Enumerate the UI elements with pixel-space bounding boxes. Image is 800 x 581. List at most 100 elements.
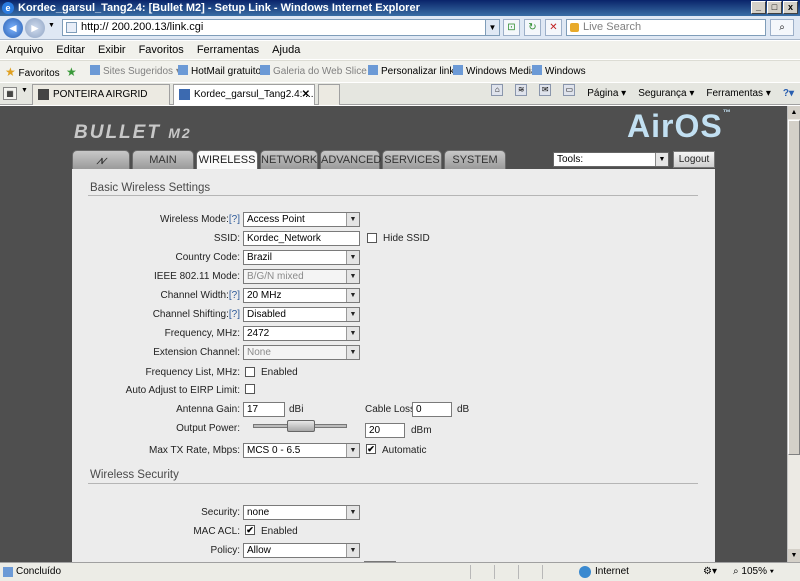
- output-power-input[interactable]: 20: [365, 423, 405, 438]
- logout-button[interactable]: Logout: [673, 151, 715, 168]
- history-dropdown-icon[interactable]: ▼: [48, 22, 55, 29]
- tab-services[interactable]: SERVICES: [382, 150, 442, 169]
- feeds-icon[interactable]: ≋: [515, 84, 528, 96]
- menu-editar[interactable]: Editar: [56, 41, 85, 59]
- chevron-down-icon: ▼: [346, 251, 359, 264]
- tab-system[interactable]: SYSTEM: [444, 150, 506, 169]
- mail-icon[interactable]: ✉: [539, 84, 552, 96]
- mac-acl-enabled-label: Enabled: [261, 526, 298, 537]
- country-code-select[interactable]: Brazil ▼: [243, 250, 360, 265]
- minimize-button[interactable]: _: [751, 1, 766, 14]
- back-button[interactable]: ◄: [3, 18, 23, 38]
- url-dropdown-icon[interactable]: ▼: [485, 20, 499, 35]
- scroll-up-icon[interactable]: ▲: [788, 106, 800, 119]
- help-link[interactable]: [?]: [229, 214, 240, 225]
- compatibility-view-icon[interactable]: ⊡: [503, 19, 520, 36]
- ieee-mode-select[interactable]: B/G/N mixed ▼: [243, 269, 360, 284]
- help-link[interactable]: [?]: [229, 290, 240, 301]
- channel-shifting-label: Channel Shifting:[?]: [152, 309, 240, 320]
- menu-favoritos[interactable]: Favoritos: [139, 41, 184, 59]
- wireless-settings-panel: Basic Wireless Settings Wireless Mode:[?…: [72, 169, 715, 562]
- url-input[interactable]: http:// 200.200.13/link.cgi ▼: [62, 19, 500, 36]
- quick-tabs-icon[interactable]: ▦: [3, 87, 17, 100]
- search-icon[interactable]: ⌕: [770, 19, 794, 36]
- tab-main[interactable]: MAIN: [132, 150, 194, 169]
- print-icon[interactable]: ▭: [563, 84, 576, 96]
- scroll-thumb[interactable]: [788, 120, 800, 455]
- new-tab-button[interactable]: [318, 84, 340, 105]
- zoom-level[interactable]: ⌕ 105% ▾: [733, 563, 774, 581]
- cable-loss-input[interactable]: 0: [412, 402, 452, 417]
- mac-acl-checkbox[interactable]: ✔: [245, 525, 255, 535]
- cmd-pagina[interactable]: Página ▾: [587, 84, 626, 104]
- forward-button[interactable]: ►: [25, 18, 45, 38]
- hide-ssid-checkbox[interactable]: [367, 233, 377, 243]
- cmd-seguranca[interactable]: Segurança ▾: [638, 84, 694, 104]
- dbm-unit: dBm: [411, 425, 432, 436]
- tab-ubnt-logo[interactable]: ⩘⩗: [72, 150, 130, 169]
- fav-personalizar[interactable]: Personalizar links: [368, 61, 459, 83]
- extension-channel-label: Extension Channel:: [153, 347, 240, 358]
- window-title-bar: e Kordec_garsul_Tang2.4: [Bullet M2] - S…: [0, 0, 800, 16]
- tab-wireless[interactable]: WIRELESS: [196, 150, 258, 169]
- max-tx-rate-select[interactable]: MCS 0 - 6.5 ▼: [243, 443, 360, 458]
- fav-hotmail[interactable]: HotMail gratuito: [178, 61, 261, 83]
- channel-shifting-select[interactable]: Disabled ▼: [243, 307, 360, 322]
- cmd-ferramentas[interactable]: Ferramentas ▾: [706, 84, 770, 104]
- chevron-down-icon: ▼: [346, 506, 359, 519]
- tab-advanced[interactable]: ADVANCED: [320, 150, 381, 169]
- ssid-input[interactable]: Kordec_Network: [243, 231, 360, 246]
- automatic-checkbox[interactable]: ✔: [366, 444, 376, 454]
- fav-windows[interactable]: Windows: [532, 61, 586, 83]
- protected-mode-icon[interactable]: ⚙▾: [703, 563, 717, 581]
- close-window-button[interactable]: x: [783, 1, 798, 14]
- favorites-button[interactable]: ★ Favoritos: [5, 61, 60, 85]
- cable-loss-label: Cable Loss:: [365, 404, 418, 415]
- policy-select[interactable]: Allow ▼: [243, 543, 360, 558]
- vertical-scrollbar[interactable]: ▲ ▼: [787, 106, 800, 562]
- tools-select[interactable]: Tools: ▼: [553, 152, 669, 167]
- auto-adjust-eirp-checkbox[interactable]: [245, 384, 255, 394]
- home-icon[interactable]: ⌂: [491, 84, 504, 96]
- menu-ferramentas[interactable]: Ferramentas: [197, 41, 259, 59]
- bullet-m2-logo: BULLET M2: [74, 122, 192, 143]
- chevron-down-icon: ▼: [346, 544, 359, 557]
- help-icon[interactable]: ?▾: [783, 84, 794, 104]
- fav-windows-media[interactable]: Windows Media: [453, 61, 537, 83]
- search-placeholder: Live Search: [583, 21, 642, 33]
- chevron-down-icon: ▼: [346, 270, 359, 283]
- menu-ajuda[interactable]: Ajuda: [272, 41, 300, 59]
- menu-arquivo[interactable]: Arquivo: [6, 41, 43, 59]
- fav-galeria[interactable]: Galeria do Web Slice ▾: [260, 61, 375, 83]
- search-input[interactable]: Live Search: [566, 19, 766, 36]
- frequency-list-checkbox[interactable]: [245, 367, 255, 377]
- output-power-slider-handle[interactable]: [287, 420, 315, 432]
- channel-width-select[interactable]: 20 MHz ▼: [243, 288, 360, 303]
- tab-ponteira-airgrid[interactable]: PONTEIRA AIRGRID: [32, 84, 170, 105]
- page-viewport: BULLET M2 AirOS™ ⩘⩗ MAIN WIRELESS NETWOR…: [0, 106, 787, 562]
- tab-list-icon[interactable]: ▼: [21, 87, 28, 94]
- security-select[interactable]: none ▼: [243, 505, 360, 520]
- close-tab-icon[interactable]: ✕: [302, 85, 310, 104]
- wireless-mode-select[interactable]: Access Point ▼: [243, 212, 360, 227]
- fav-sites-sugeridos[interactable]: Sites Sugeridos ▾: [90, 61, 181, 83]
- chevron-down-icon: ▼: [346, 346, 359, 359]
- scroll-down-icon[interactable]: ▼: [788, 549, 800, 562]
- frequency-list-enabled-label: Enabled: [261, 367, 298, 378]
- refresh-icon[interactable]: ↻: [524, 19, 541, 36]
- tab-network[interactable]: NETWORK: [260, 150, 318, 169]
- country-code-label: Country Code:: [175, 252, 240, 263]
- ie-logo-icon: e: [2, 2, 14, 14]
- menu-exibir[interactable]: Exibir: [98, 41, 126, 59]
- chevron-down-icon: ▼: [346, 289, 359, 302]
- help-link[interactable]: [?]: [229, 309, 240, 320]
- antenna-gain-input[interactable]: 17: [243, 402, 285, 417]
- window-title: Kordec_garsul_Tang2.4: [Bullet M2] - Set…: [18, 2, 420, 14]
- chevron-down-icon: ▼: [346, 213, 359, 226]
- tab-kordec[interactable]: Kordec_garsul_Tang2.4: ... ✕: [173, 84, 315, 105]
- extension-channel-select[interactable]: None ▼: [243, 345, 360, 360]
- stop-icon[interactable]: ✕: [545, 19, 562, 36]
- add-favorite-icon[interactable]: ★: [66, 61, 77, 83]
- frequency-select[interactable]: 2472 ▼: [243, 326, 360, 341]
- maximize-button[interactable]: □: [767, 1, 782, 14]
